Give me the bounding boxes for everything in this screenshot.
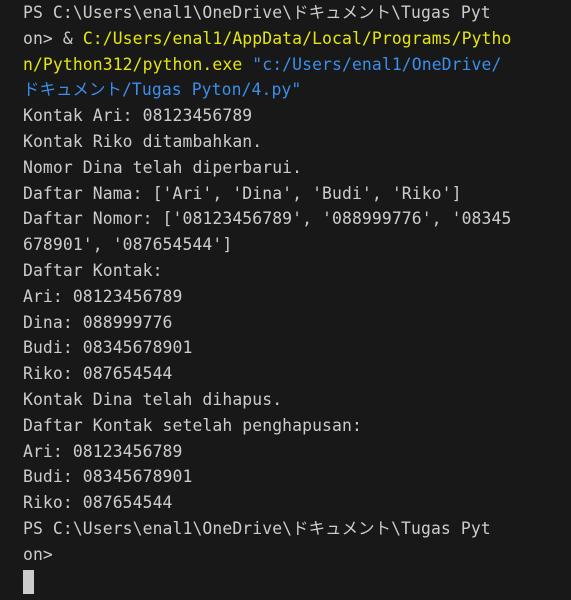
command-line: ドキュメント/Tugas Pyton/4.py": [23, 77, 571, 103]
command-line: on> & C:/Users/enal1/AppData/Local/Progr…: [23, 26, 571, 52]
output-line: 678901', '087654544']: [23, 235, 233, 255]
output-line: Daftar Nama: ['Ari', 'Dina', 'Budi', 'Ri…: [23, 183, 462, 203]
output-line: Riko: 087654544: [23, 364, 173, 384]
output-line: Daftar Kontak:: [23, 260, 163, 280]
output-line: Daftar Nomor: ['08123456789', '088999776…: [23, 209, 512, 229]
output-line: Kontak Dina telah dihapus.: [23, 389, 283, 409]
prompt-line: PS C:\Users\enal1\OneDrive\ドキュメント\Tugas …: [23, 518, 491, 538]
command-line: n/Python312/python.exe "c:/Users/enal1/O…: [23, 52, 571, 78]
script-path-arg: "c:/Users/enal1/OneDrive/: [252, 54, 502, 74]
output-line: Dina: 088999776: [23, 312, 173, 332]
script-path-arg-cont: ドキュメント/Tugas Pyton/4.py": [23, 80, 302, 100]
prompt-line: on>: [23, 544, 53, 564]
prompt-line: PS C:\Users\enal1\OneDrive\ドキュメント\Tugas …: [23, 0, 571, 26]
output-line: Nomor Dina telah diperbarui.: [23, 157, 303, 177]
output-line: Riko: 087654544: [23, 493, 173, 513]
output-line: Daftar Kontak setelah penghapusan:: [23, 415, 362, 435]
terminal-panel[interactable]: PS C:\Users\enal1\OneDrive\ドキュメント\Tugas …: [0, 0, 571, 600]
output-line: Budi: 08345678901: [23, 338, 193, 358]
prompt-continuation: on> &: [23, 28, 83, 48]
terminal-output: PS C:\Users\enal1\OneDrive\ドキュメント\Tugas …: [23, 0, 571, 568]
output-line: Kontak Riko ditambahkan.: [23, 131, 263, 151]
terminal-cursor: [23, 570, 34, 594]
python-exe-path-cont: n/Python312/python.exe: [23, 54, 243, 74]
output-line: Kontak Ari: 08123456789: [23, 106, 253, 126]
python-exe-path: C:/Users/enal1/AppData/Local/Programs/Py…: [82, 28, 512, 48]
output-line: Ari: 08123456789: [23, 441, 183, 461]
prompt-text: PS C:\Users\enal1\OneDrive\ドキュメント\Tugas …: [23, 3, 491, 22]
output-line: Budi: 08345678901: [23, 467, 193, 487]
output-line: Ari: 08123456789: [23, 286, 183, 306]
